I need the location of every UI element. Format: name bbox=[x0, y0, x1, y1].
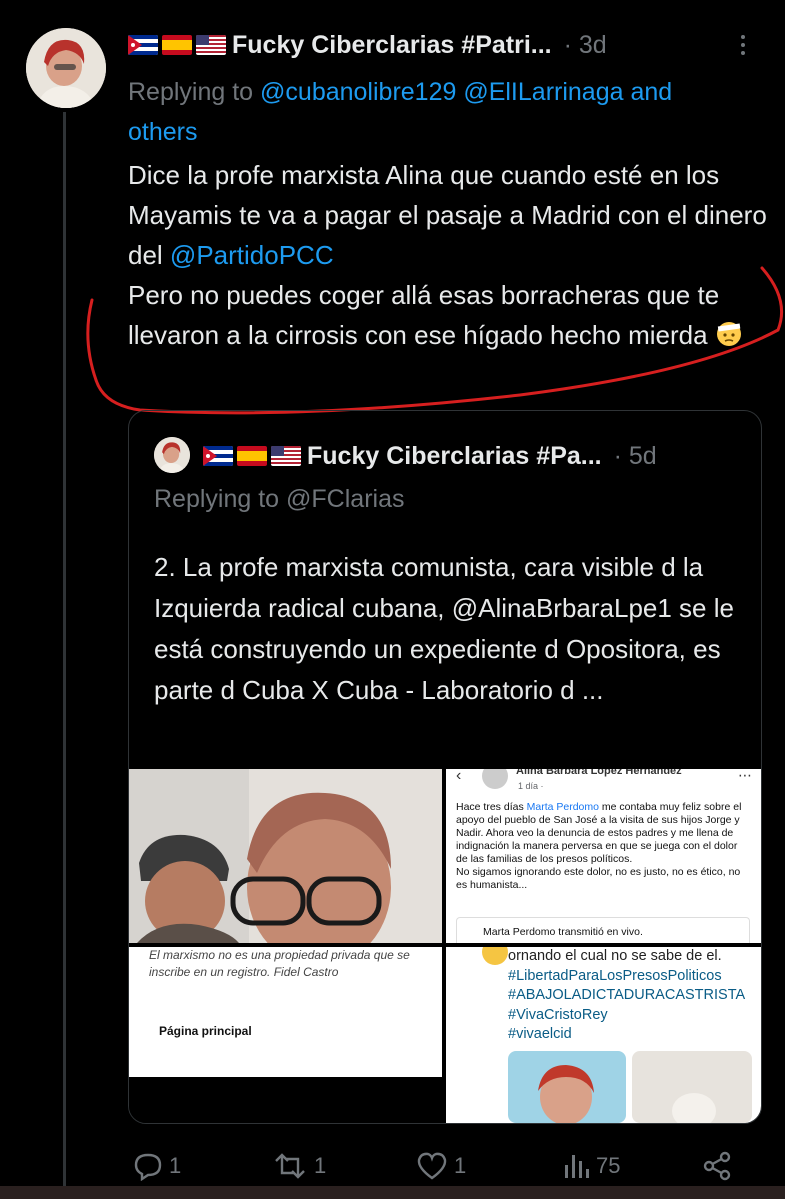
hashtag-item: #vivaelcid bbox=[508, 1026, 572, 1042]
repost-count: 1 bbox=[314, 1153, 327, 1178]
share-button[interactable] bbox=[702, 1148, 732, 1184]
face-with-bandage-icon bbox=[715, 319, 743, 347]
action-bar: 1 1 1 75 bbox=[0, 1148, 785, 1188]
hashtag-list: ornando el cual no se sabe de el. #Liber… bbox=[508, 947, 758, 1045]
usa-flag-icon bbox=[271, 446, 301, 466]
hashtag-item: #VivaCristoRey bbox=[508, 1006, 608, 1023]
quoted-timestamp: · 5d bbox=[613, 441, 657, 470]
quoted-replying-prefix: Replying to bbox=[154, 485, 280, 513]
like-button[interactable]: 1 bbox=[416, 1148, 466, 1184]
back-arrow-icon: ‹ bbox=[456, 769, 462, 784]
cuba-flag-icon bbox=[128, 35, 158, 55]
quoted-display-name: Fucky Ciberclarias #Pa... bbox=[307, 441, 602, 470]
sticker-icon bbox=[482, 947, 508, 965]
more-options-icon[interactable] bbox=[733, 28, 753, 62]
quoted-header: Fucky Ciberclarias #Pa... · 5d bbox=[203, 439, 657, 473]
reply-button[interactable]: 1 bbox=[133, 1148, 181, 1184]
avatar[interactable] bbox=[26, 28, 106, 108]
tweet-text-part-2: Pero no puedes coger allá esas borracher… bbox=[128, 280, 720, 350]
heart-icon bbox=[417, 1152, 447, 1180]
fb-post-text: Hace tres días Marta Perdomo me contaba … bbox=[456, 801, 751, 892]
quoted-replying-to: Replying to @FClarias bbox=[154, 485, 404, 514]
display-name[interactable]: Fucky Ciberclarias #Patri... bbox=[232, 31, 552, 60]
fb-author-name: Alina Barbara López Hernández bbox=[516, 769, 682, 777]
media-home-label: Página principal bbox=[159, 1024, 252, 1038]
fb-post-time: 1 día · bbox=[518, 781, 544, 791]
repost-icon bbox=[275, 1153, 305, 1179]
media-quote-page[interactable]: El marxismo no es una propiedad privada … bbox=[129, 947, 442, 1077]
replying-others-link[interactable]: others bbox=[128, 118, 197, 146]
quoted-text: 2. La profe marxista comunista, cara vis… bbox=[154, 547, 754, 711]
thread-line bbox=[63, 112, 66, 1199]
replying-mentions[interactable]: @cubanolibre129 @ElILarrinaga and bbox=[260, 78, 672, 106]
fb-live-text: Marta Perdomo transmitió en vivo. bbox=[483, 926, 643, 938]
fb-post-link: Marta Perdomo bbox=[526, 801, 599, 813]
reply-icon bbox=[134, 1153, 162, 1181]
hashtag-item: #LibertadParaLosPresosPoliticos bbox=[508, 967, 722, 984]
media-hashtag-post[interactable]: ornando el cual no se sabe de el. #Liber… bbox=[446, 947, 761, 1123]
hashtag-post-text: ornando el cual no se sabe de el. bbox=[508, 948, 722, 964]
media-facebook-post[interactable]: ‹ Alina Barbara López Hernández 1 día · … bbox=[446, 769, 761, 943]
hashtag-post-photos bbox=[508, 1051, 752, 1123]
reply-count: 1 bbox=[169, 1153, 182, 1178]
fb-live-card: Marta Perdomo transmitió en vivo. bbox=[456, 917, 750, 943]
spain-flag-icon bbox=[162, 35, 192, 55]
quoted-timestamp-value: 5d bbox=[628, 441, 657, 470]
replying-prefix: Replying to bbox=[128, 78, 254, 106]
cuba-flag-icon bbox=[203, 446, 233, 466]
timestamp[interactable]: · 3d bbox=[564, 31, 607, 60]
media-quote-text: El marxismo no es una propiedad privada … bbox=[149, 948, 410, 979]
tweet-header: Fucky Ciberclarias #Patri... · 3d bbox=[128, 28, 607, 62]
bottom-bar bbox=[0, 1186, 785, 1199]
views-icon bbox=[565, 1155, 589, 1178]
fb-post-text-1: Hace tres días bbox=[456, 801, 527, 813]
views-button[interactable]: 75 bbox=[562, 1148, 620, 1184]
spain-flag-icon bbox=[237, 446, 267, 466]
fb-avatar bbox=[482, 769, 508, 789]
timestamp-value[interactable]: 3d bbox=[579, 31, 607, 59]
quoted-replying-mention: @FClarias bbox=[286, 485, 405, 513]
like-count: 1 bbox=[454, 1153, 467, 1178]
media-grid[interactable]: ‹ Alina Barbara López Hernández 1 día · … bbox=[129, 769, 761, 1123]
quoted-tweet[interactable]: Fucky Ciberclarias #Pa... · 5d Replying … bbox=[128, 410, 762, 1124]
repost-button[interactable]: 1 bbox=[272, 1148, 326, 1184]
quoted-avatar bbox=[154, 437, 190, 473]
more-options-icon: ⋯ bbox=[738, 769, 752, 783]
fb-post-text-3: No sigamos ignorando este dolor, no es j… bbox=[456, 866, 741, 891]
replying-to: Replying to @cubanolibre129 @ElILarrinag… bbox=[128, 72, 785, 152]
tweet-text: Dice la profe marxista Alina que cuando … bbox=[128, 155, 768, 355]
hashtag-item: #ABAJOLADICTADURACASTRISTA bbox=[508, 987, 746, 1003]
views-count: 75 bbox=[596, 1153, 621, 1178]
avatar-photo bbox=[26, 28, 106, 108]
tweet-mention-link[interactable]: @PartidoPCC bbox=[170, 240, 334, 270]
media-photo-selfie[interactable] bbox=[129, 769, 442, 943]
share-icon bbox=[703, 1151, 731, 1181]
usa-flag-icon bbox=[196, 35, 226, 55]
quoted-text-body: 2. La profe marxista comunista, cara vis… bbox=[154, 552, 734, 705]
